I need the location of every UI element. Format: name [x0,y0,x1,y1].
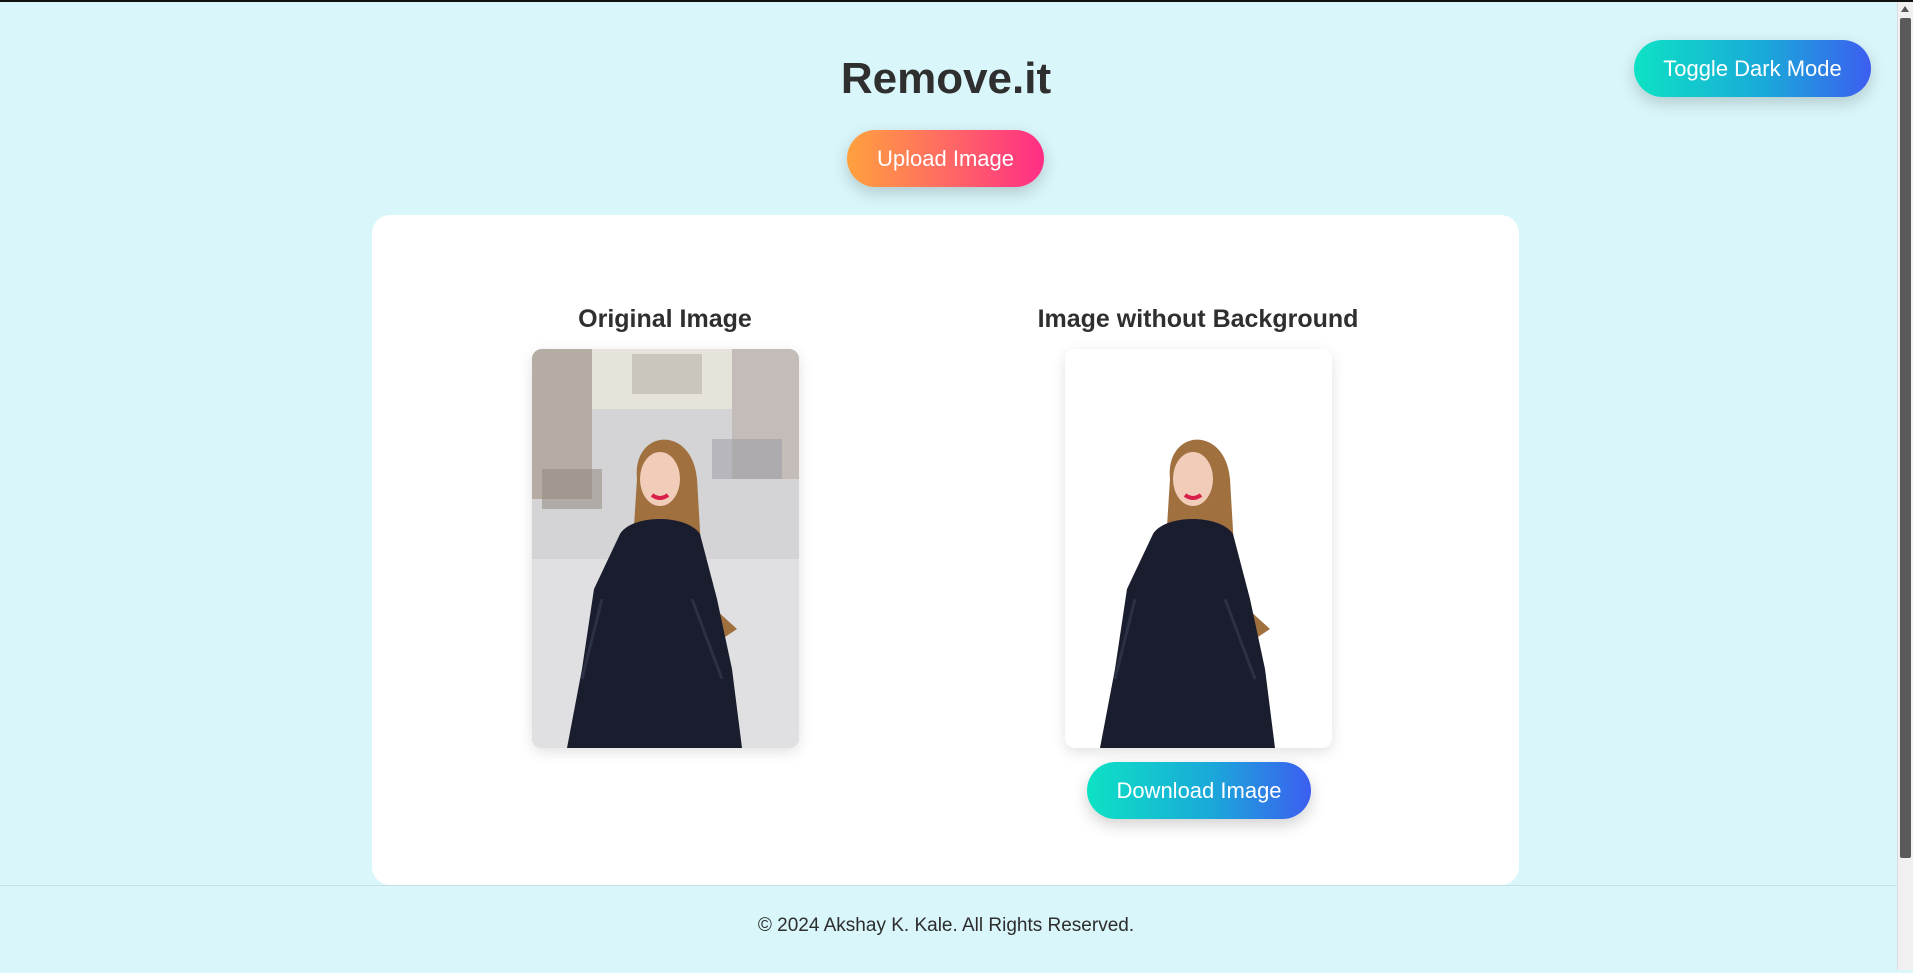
original-image-title: Original Image [578,305,752,333]
copyright-text: © 2024 Akshay K. Kale. All Rights Reserv… [757,915,1135,936]
upload-image-button[interactable]: Upload Image [847,130,1044,187]
original-image [532,349,799,748]
toggle-dark-mode-button[interactable]: Toggle Dark Mode [1634,40,1871,97]
scroll-up-arrow-icon[interactable] [1901,6,1909,12]
footer: © 2024 Akshay K. Kale. All Rights Reserv… [0,885,1898,973]
scrollbar-thumb[interactable] [1900,18,1911,858]
background-removed-illustration [1065,349,1332,748]
download-image-button[interactable]: Download Image [1087,762,1311,819]
original-image-illustration [532,349,799,748]
vertical-scrollbar[interactable] [1897,2,1913,970]
app-title: Remove.it [840,54,1052,103]
background-removed-image [1065,349,1332,748]
processed-image-title: Image without Background [1037,305,1359,333]
